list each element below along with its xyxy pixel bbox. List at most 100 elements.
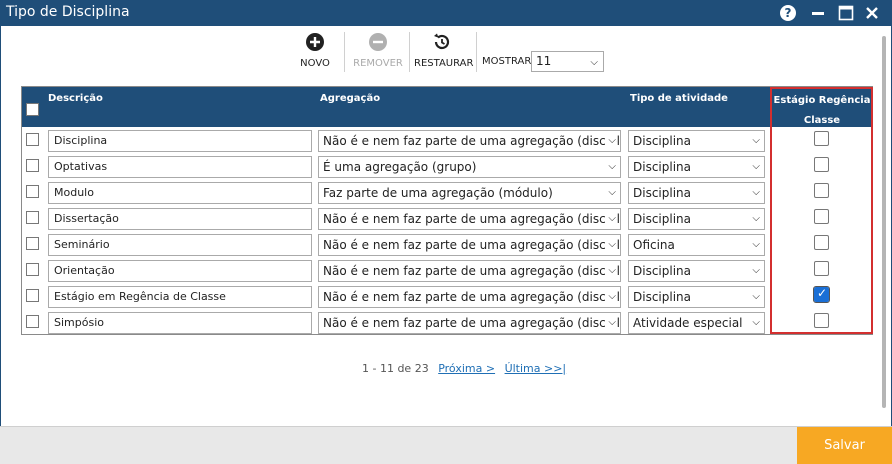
footer-bar: Salvar [0, 426, 892, 464]
chevron-down-icon: ⌵ [749, 157, 760, 177]
toolbar-separator [476, 32, 477, 72]
tipo-atividade-select[interactable]: Disciplina ⌵ [628, 182, 765, 204]
tipo-atividade-select[interactable]: Disciplina ⌵ [628, 286, 765, 308]
descricao-input[interactable]: Modulo [48, 182, 312, 204]
next-page-link[interactable]: Próxima > [438, 362, 495, 375]
row-select-checkbox[interactable] [26, 211, 39, 224]
descricao-input[interactable]: Orientação [48, 260, 312, 282]
novo-button[interactable]: NOVO [295, 30, 335, 69]
header-descricao[interactable]: Descrição [48, 93, 103, 104]
row-select-checkbox[interactable] [26, 263, 39, 276]
tipo-value: Disciplina [633, 186, 692, 200]
tipo-atividade-select[interactable]: Atividade especial ⌵ [628, 312, 765, 334]
close-button[interactable] [862, 3, 882, 23]
row-select-checkbox[interactable] [26, 159, 39, 172]
descricao-input[interactable]: Optativas [48, 156, 312, 178]
regencia-checkbox[interactable] [814, 183, 829, 198]
descricao-input[interactable]: Estágio em Regência de Classe [48, 286, 312, 308]
row-select-checkbox[interactable] [26, 185, 39, 198]
agregacao-select[interactable]: Não é e nem faz parte de uma agregação (… [318, 312, 621, 334]
regencia-checkbox[interactable]: ✓ [813, 286, 830, 303]
novo-label: NOVO [300, 58, 330, 69]
agregacao-value: Não é e nem faz parte de uma agregação (… [323, 290, 621, 304]
restaurar-button[interactable]: RESTAURAR [414, 30, 473, 69]
agregacao-select[interactable]: Não é e nem faz parte de uma agregação (… [318, 234, 621, 256]
tipo-atividade-select[interactable]: Disciplina ⌵ [628, 208, 765, 230]
remover-button[interactable]: REMOVER [352, 30, 404, 69]
agregacao-select[interactable]: Não é e nem faz parte de uma agregação (… [318, 286, 621, 308]
regencia-checkbox[interactable] [814, 313, 829, 328]
agregacao-select[interactable]: Não é e nem faz parte de uma agregação (… [318, 208, 621, 230]
regencia-checkbox[interactable] [814, 131, 829, 146]
last-page-link[interactable]: Última >>| [505, 362, 567, 375]
chevron-down-icon: ⌵ [605, 209, 616, 229]
disciplina-table: Descrição Agregação Tipo de atividade Es… [21, 86, 873, 335]
regencia-checkbox[interactable] [814, 157, 829, 172]
tipo-value: Disciplina [633, 134, 692, 148]
regencia-checkbox[interactable] [814, 209, 829, 224]
agregacao-select[interactable]: Não é e nem faz parte de uma agregação (… [318, 130, 621, 152]
minimize-icon [812, 12, 824, 15]
tipo-value: Oficina [633, 238, 675, 252]
window-title: Tipo de Disciplina [6, 4, 130, 20]
tipo-atividade-select[interactable]: Disciplina ⌵ [628, 156, 765, 178]
mostrar-select[interactable]: 11 ⌵ [531, 51, 604, 72]
table-row: Simpósio Não é e nem faz parte de uma agr… [22, 309, 872, 335]
descricao-value: Disciplina [54, 134, 108, 147]
descricao-input[interactable]: Seminário [48, 234, 312, 256]
chevron-down-icon: ⌵ [605, 313, 616, 333]
table-row: Modulo Faz parte de uma agregação (módulo… [22, 179, 872, 205]
help-button[interactable]: ? [778, 3, 798, 23]
agregacao-select[interactable]: É uma agregação (grupo) ⌵ [318, 156, 621, 178]
agregacao-value: Não é e nem faz parte de uma agregação (… [323, 212, 621, 226]
agregacao-select[interactable]: Não é e nem faz parte de uma agregação (… [318, 260, 621, 282]
tipo-atividade-select[interactable]: Disciplina ⌵ [628, 130, 765, 152]
row-select-checkbox[interactable] [26, 133, 39, 146]
regencia-checkbox[interactable] [814, 235, 829, 250]
tipo-value: Disciplina [633, 290, 692, 304]
header-tipo-atividade[interactable]: Tipo de atividade [630, 93, 728, 104]
row-select-checkbox[interactable] [26, 237, 39, 250]
header-estagio-regencia[interactable]: Estágio Regência Classe [772, 91, 872, 131]
row-select-checkbox[interactable] [26, 315, 39, 328]
tipo-value: Atividade especial [633, 316, 743, 330]
select-all-checkbox[interactable] [26, 103, 39, 116]
restore-icon [434, 33, 450, 50]
chevron-down-icon: ⌵ [749, 313, 760, 333]
descricao-value: Seminário [54, 238, 110, 251]
agregacao-value: Não é e nem faz parte de uma agregação (… [323, 264, 621, 278]
descricao-value: Simpósio [54, 316, 104, 329]
descricao-input[interactable]: Dissertação [48, 208, 312, 230]
table-row: Estágio em Regência de Classe Não é e nem… [22, 283, 872, 309]
remover-label: REMOVER [353, 58, 403, 69]
save-button[interactable]: Salvar [797, 427, 892, 464]
minimize-button[interactable] [808, 3, 828, 23]
table-row: Disciplina Não é e nem faz parte de uma a… [22, 127, 872, 153]
agregacao-value: Faz parte de uma agregação (módulo) [323, 186, 553, 200]
tipo-atividade-select[interactable]: Disciplina ⌵ [628, 260, 765, 282]
tipo-atividade-select[interactable]: Oficina ⌵ [628, 234, 765, 256]
agregacao-select[interactable]: Faz parte de uma agregação (módulo) ⌵ [318, 182, 621, 204]
table-row: Dissertação Não é e nem faz parte de uma … [22, 205, 872, 231]
agregacao-value: Não é e nem faz parte de uma agregação (… [323, 238, 621, 252]
descricao-value: Modulo [54, 186, 94, 199]
maximize-button[interactable] [836, 3, 856, 23]
pagination-count: 1 - 11 de 23 [362, 362, 429, 375]
row-select-checkbox[interactable] [26, 289, 39, 302]
header-agregacao[interactable]: Agregação [320, 93, 380, 104]
maximize-icon [838, 5, 854, 21]
pagination: 1 - 11 de 23 Próxima > Última >>| [362, 362, 566, 375]
chevron-down-icon: ⌵ [749, 235, 760, 255]
descricao-input[interactable]: Disciplina [48, 130, 312, 152]
table-header: Descrição Agregação Tipo de atividade Es… [22, 87, 872, 127]
table-row: Optativas É uma agregação (grupo) ⌵ Discipl… [22, 153, 872, 179]
vertical-scrollbar[interactable] [882, 36, 886, 408]
tipo-value: Disciplina [633, 160, 692, 174]
descricao-value: Estágio em Regência de Classe [54, 290, 226, 303]
regencia-checkbox[interactable] [814, 261, 829, 276]
chevron-down-icon: ⌵ [590, 57, 598, 68]
descricao-input[interactable]: Simpósio [48, 312, 312, 334]
chevron-down-icon: ⌵ [749, 287, 760, 307]
chevron-down-icon: ⌵ [749, 209, 760, 229]
chevron-down-icon: ⌵ [605, 157, 616, 177]
